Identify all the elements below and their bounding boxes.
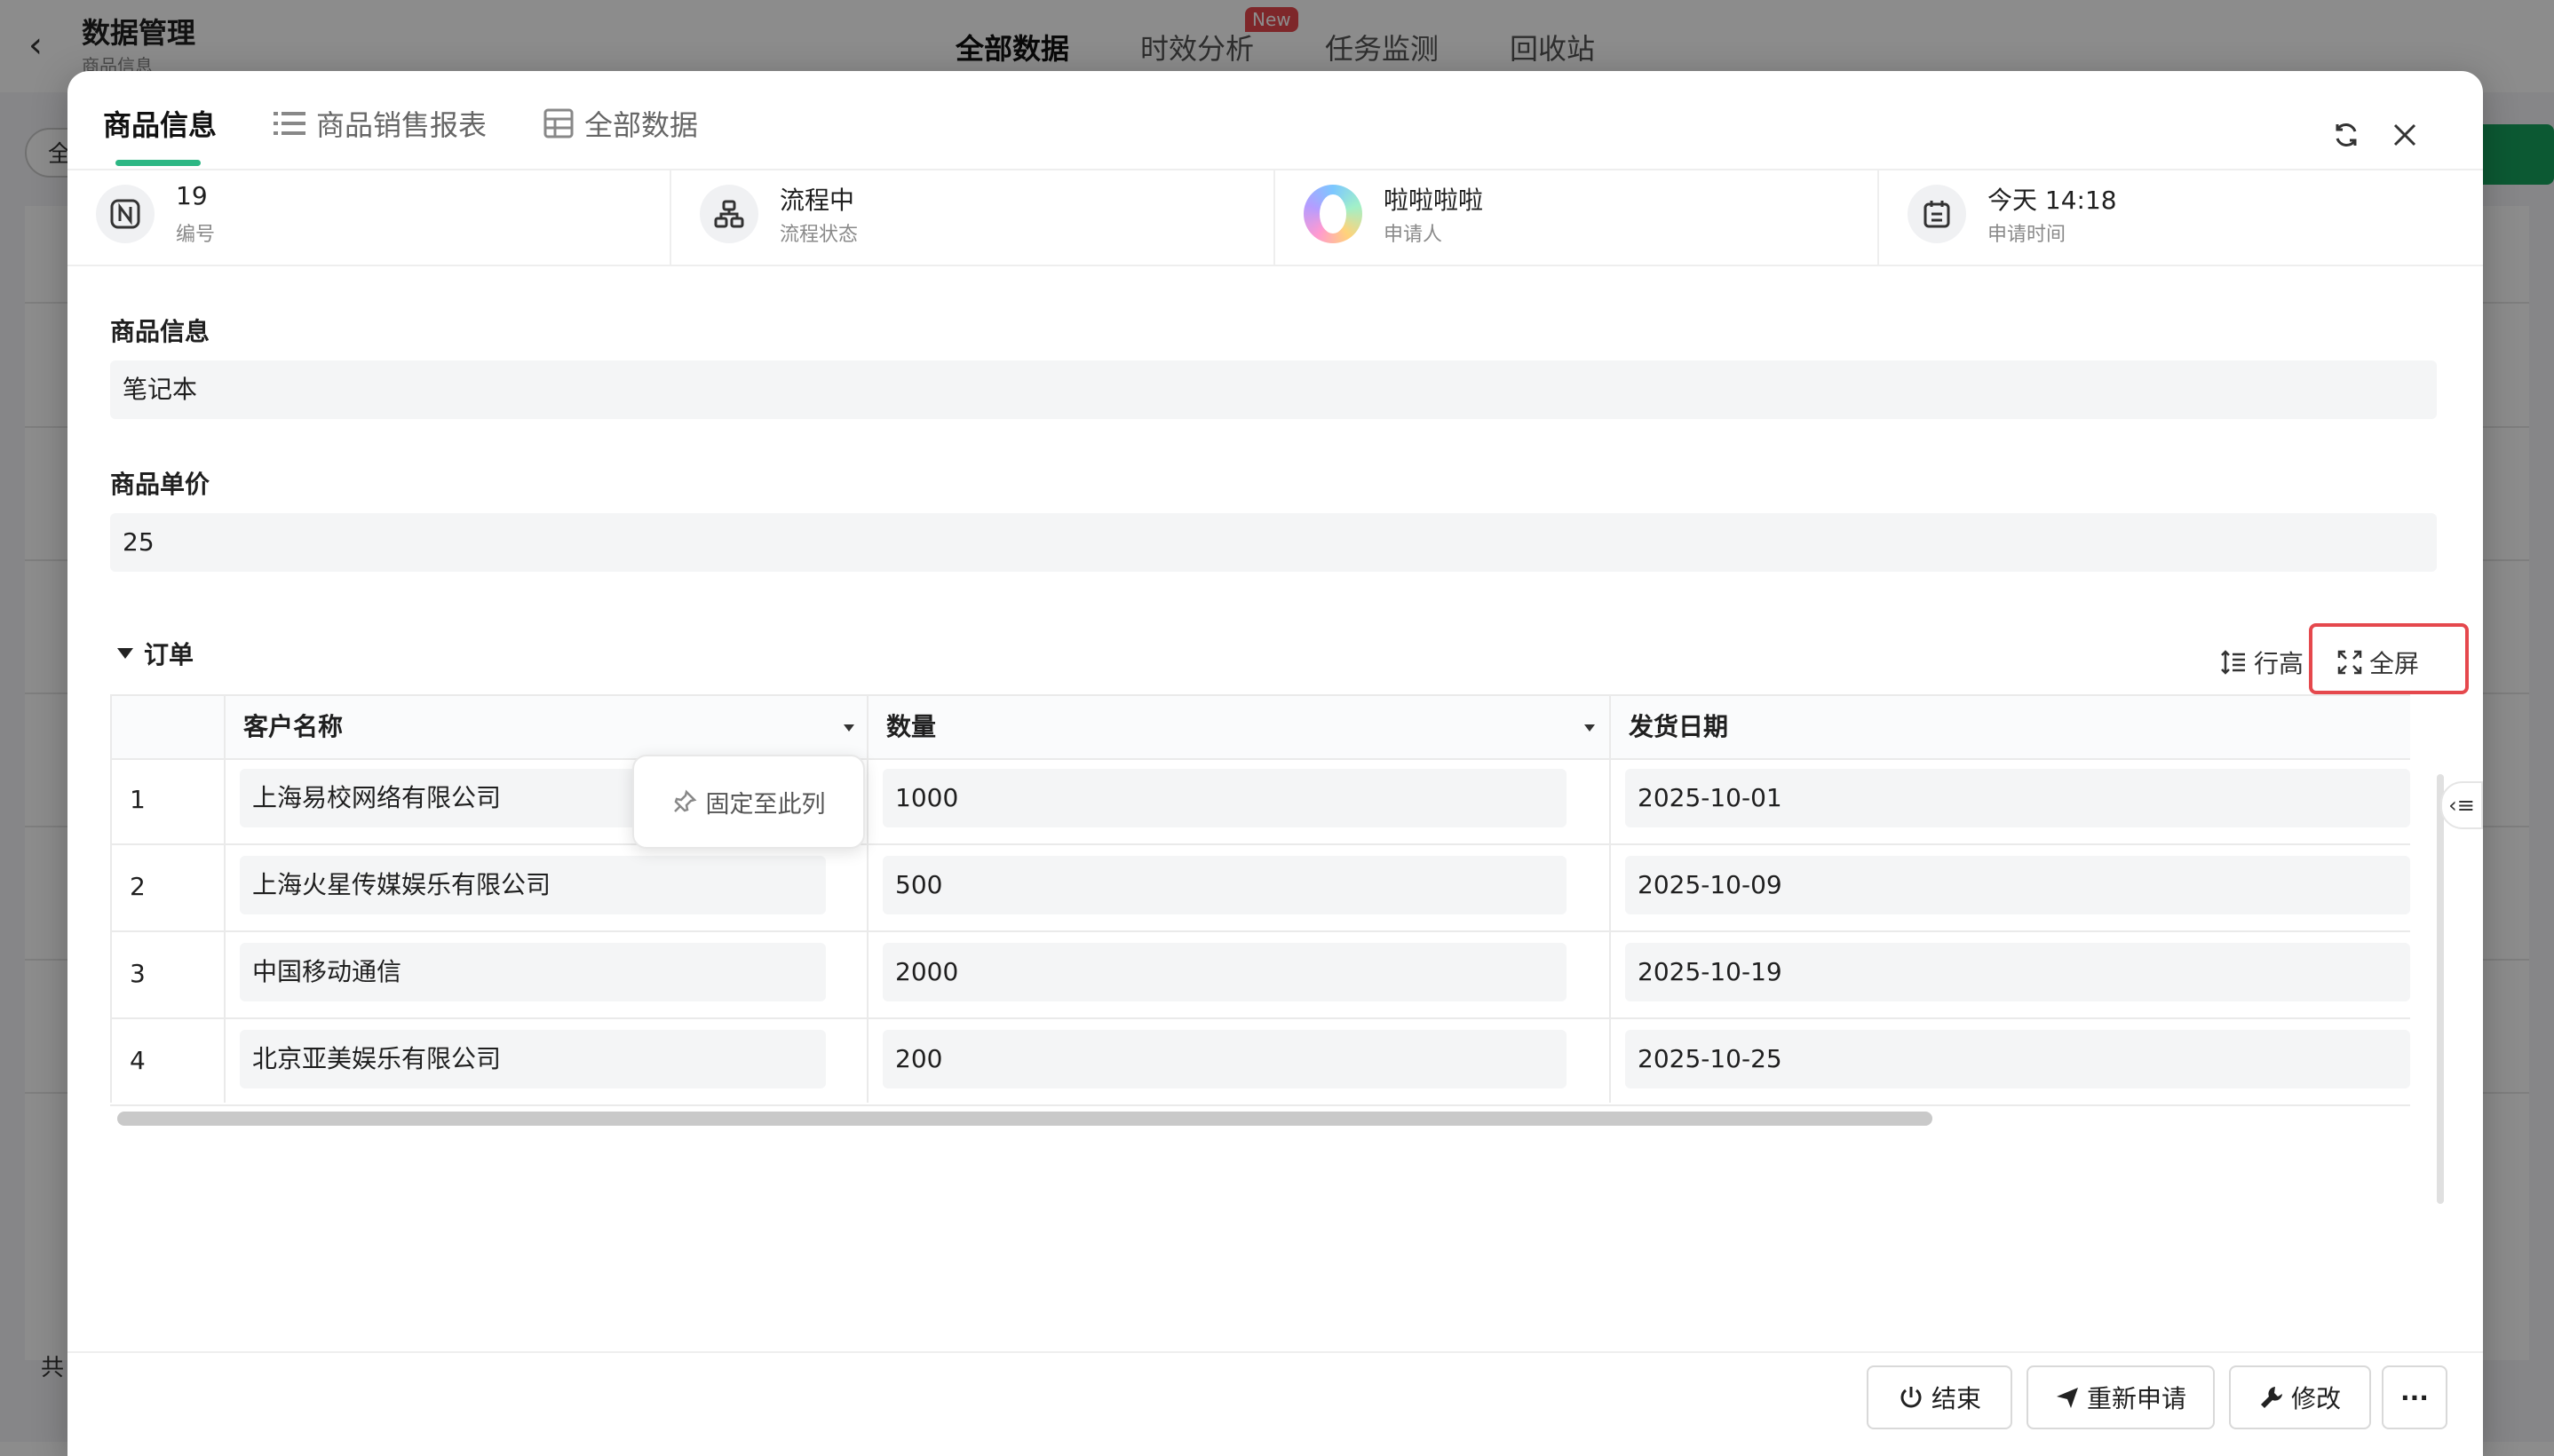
customer-cell[interactable]: 北京亚美娱乐有限公司 <box>240 1030 826 1088</box>
summary-apply-time: 今天 14:18 申请时间 <box>1879 169 2483 265</box>
summary-applicant: 啦啦啦啦 申请人 <box>1275 169 1879 265</box>
summary-label: 申请人 <box>1384 224 1443 246</box>
tab-label: 商品销售报表 <box>316 108 488 142</box>
list-icon <box>274 112 305 135</box>
table-row: 3 中国移动通信 2000 2025-10-19 <box>110 930 2410 1019</box>
customer-cell[interactable]: 中国移动通信 <box>240 943 826 1001</box>
reapply-label: 重新申请 <box>2086 1384 2186 1413</box>
summary-label: 流程状态 <box>780 224 859 246</box>
date-cell[interactable]: 2025-10-25 <box>1625 1030 2410 1088</box>
end-label: 结束 <box>1931 1384 1981 1413</box>
avatar <box>1304 185 1362 243</box>
collapse-panel-icon[interactable]: ‹≡ <box>2440 781 2483 829</box>
close-icon[interactable] <box>2387 117 2423 153</box>
record-summary-bar: 19 编号 流程中 流程状态 啦啦啦啦 申请人 今天 14:18 申请时间 <box>67 169 2483 266</box>
pin-column-popup[interactable]: 固定至此列 <box>632 755 865 849</box>
qty-cell[interactable]: 200 <box>883 1030 1567 1088</box>
caret-down-icon <box>117 648 133 659</box>
qty-cell[interactable]: 2000 <box>883 943 1567 1001</box>
modal-tabs: 商品信息 商品销售报表 全部数据 <box>67 71 2483 170</box>
number-icon <box>96 185 155 243</box>
table-row: 4 北京亚美娱乐有限公司 200 2025-10-25 <box>110 1017 2410 1106</box>
power-icon <box>1900 1387 1922 1408</box>
row-index: 4 <box>130 1046 146 1075</box>
row-index: 1 <box>130 785 146 814</box>
tab-label: 全部数据 <box>584 108 699 142</box>
column-divider <box>867 694 869 1103</box>
table-header: 客户名称 数量 发货日期 <box>110 694 2410 760</box>
product-info-field[interactable]: 笔记本 <box>110 360 2437 419</box>
qty-cell[interactable]: 500 <box>883 856 1567 914</box>
summary-label: 申请时间 <box>1987 224 2066 246</box>
summary-number: 19 编号 <box>67 169 671 265</box>
column-menu-icon[interactable] <box>844 724 854 732</box>
send-icon <box>2056 1388 2078 1408</box>
horizontal-scrollbar[interactable] <box>117 1112 1932 1126</box>
column-header-customer[interactable]: 客户名称 <box>226 696 343 758</box>
tab-sales-report[interactable]: 商品销售报表 <box>274 103 487 144</box>
edit-button[interactable]: 修改 <box>2229 1365 2371 1429</box>
qty-cell[interactable]: 1000 <box>883 769 1567 827</box>
row-height-label: 行高 <box>2254 649 2304 678</box>
column-menu-icon[interactable] <box>1584 724 1595 732</box>
calendar-icon <box>1908 185 1966 243</box>
pin-column-label: 固定至此列 <box>705 790 826 819</box>
row-index: 2 <box>130 872 146 901</box>
customer-cell[interactable]: 上海火星传媒娱乐有限公司 <box>240 856 826 914</box>
tab-product-info[interactable]: 商品信息 <box>103 103 217 144</box>
table-row: 2 上海火星传媒娱乐有限公司 500 2025-10-09 <box>110 843 2410 932</box>
flow-icon <box>700 185 758 243</box>
reapply-button[interactable]: 重新申请 <box>2027 1365 2215 1429</box>
vertical-scrollbar[interactable] <box>2437 774 2444 1204</box>
field-label-product: 商品信息 <box>110 317 210 346</box>
summary-label: 编号 <box>176 224 216 246</box>
fullscreen-highlight <box>2309 623 2469 694</box>
summary-value: 流程中 <box>780 186 855 215</box>
column-divider <box>110 694 112 1103</box>
wrench-icon <box>2260 1387 2282 1408</box>
date-cell[interactable]: 2025-10-19 <box>1625 943 2410 1001</box>
record-detail-modal: 商品信息 商品销售报表 全部数据 19 编号 流程中 流程状态 啦啦啦啦 申请人… <box>67 71 2483 1456</box>
summary-status: 流程中 流程状态 <box>671 169 1275 265</box>
row-height-button[interactable]: 行高 <box>2220 645 2304 680</box>
active-tab-indicator <box>115 160 201 166</box>
end-button[interactable]: 结束 <box>1867 1365 2012 1429</box>
date-cell[interactable]: 2025-10-09 <box>1625 856 2410 914</box>
column-header-date[interactable]: 发货日期 <box>1611 696 1728 758</box>
column-divider <box>1609 694 1611 1103</box>
column-divider <box>224 694 226 1103</box>
refresh-icon[interactable] <box>2328 117 2364 153</box>
tab-label: 商品信息 <box>103 108 218 142</box>
summary-value: 今天 14:18 <box>1987 186 2117 215</box>
tab-all-data[interactable]: 全部数据 <box>543 103 698 144</box>
order-section-title: 订单 <box>144 640 194 669</box>
summary-value: 19 <box>176 181 208 210</box>
table-row: 1 上海易校网络有限公司 1000 2025-10-01 <box>110 756 2410 845</box>
more-button[interactable]: ··· <box>2382 1365 2447 1429</box>
summary-value: 啦啦啦啦 <box>1384 186 1484 215</box>
edit-label: 修改 <box>2290 1384 2341 1413</box>
column-header-qty[interactable]: 数量 <box>869 696 936 758</box>
order-table: 客户名称 数量 发货日期 1 上海易校网络有限公司 1000 2025-10-0… <box>110 694 2437 1129</box>
unit-price-field[interactable]: 25 <box>110 513 2437 572</box>
row-index: 3 <box>130 959 146 988</box>
order-section-toggle[interactable]: 订单 <box>117 636 194 671</box>
table-icon <box>543 108 574 138</box>
row-height-icon <box>2221 650 2245 675</box>
pin-icon <box>673 789 696 812</box>
more-icon: ··· <box>2400 1382 2429 1412</box>
date-cell[interactable]: 2025-10-01 <box>1625 769 2410 827</box>
field-label-price: 商品单价 <box>110 470 210 499</box>
